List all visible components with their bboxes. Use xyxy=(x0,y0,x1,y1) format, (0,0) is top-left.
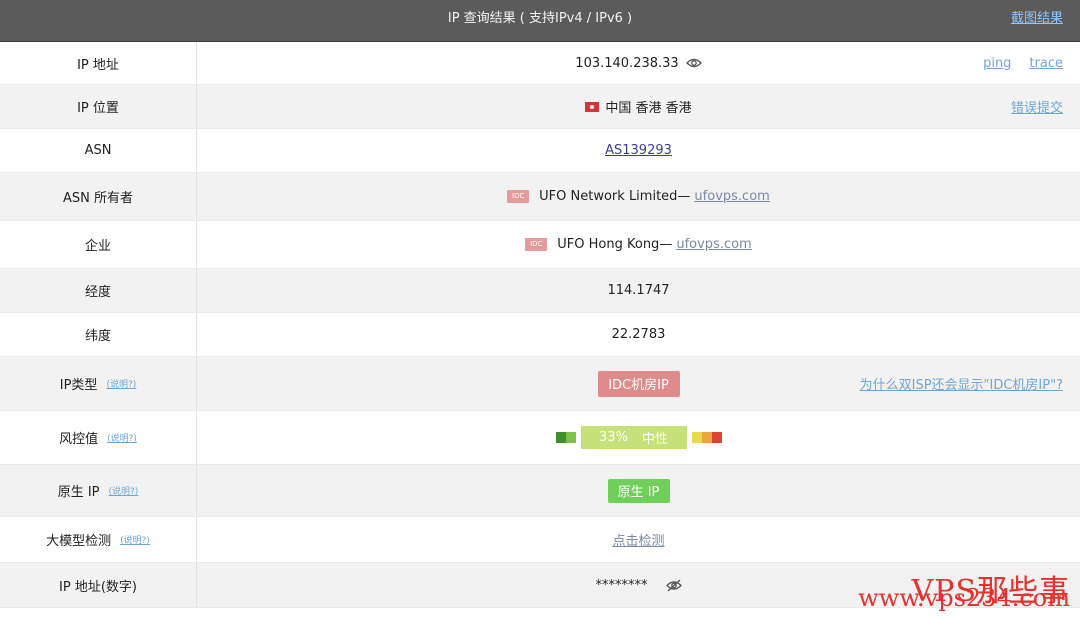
ip-type-tools: 为什么双ISP还会显示"IDC机房IP"? xyxy=(860,357,1063,410)
company-domain-link[interactable]: ufovps.com xyxy=(676,237,751,252)
row-value: 中国 香港 香港 xyxy=(197,85,1080,128)
native-ip-label: 原生 IP xyxy=(57,485,100,500)
risk-percent: 33% xyxy=(599,430,628,445)
eye-icon[interactable] xyxy=(685,57,702,69)
row-label: 企业 xyxy=(0,221,197,268)
row-company: 企业 IDC UFO Hong Kong— ufovps.com xyxy=(0,221,1080,269)
row-llm-check: 大模型检测 (说明?) 点击检测 xyxy=(0,517,1080,563)
row-label: 原生 IP (说明?) xyxy=(0,465,197,516)
row-label: 纬度 xyxy=(0,313,197,356)
row-ip-address: IP 地址 103.140.238.33 ping trace xyxy=(0,42,1080,85)
row-value: IDC UFO Network Limited— ufovps.com xyxy=(197,173,1080,220)
help-link[interactable]: (说明?) xyxy=(107,431,137,444)
ip-type-label: IP类型 xyxy=(59,378,98,393)
native-ip-badge: 原生 IP xyxy=(607,478,670,503)
screenshot-link[interactable]: 截图结果 xyxy=(1011,7,1063,26)
row-label: ASN 所有者 xyxy=(0,173,197,220)
row-value: 原生 IP xyxy=(197,465,1080,516)
row-label: IP类型 (说明?) xyxy=(0,357,197,410)
row-label: 经度 xyxy=(0,269,197,312)
result-title: IP 查询结果 ( 支持IPv4 / IPv6 ) xyxy=(447,11,633,26)
asn-link[interactable]: AS139293 xyxy=(605,143,672,158)
row-value: ******** xyxy=(197,563,1080,607)
row-ip-type: IP类型 (说明?) IDC机房IP 为什么双ISP还会显示"IDC机房IP"? xyxy=(0,357,1080,411)
ip-numeric-value: ******** xyxy=(595,577,648,593)
risk-meter: 33% 中性 xyxy=(555,426,722,449)
row-value: 33% 中性 xyxy=(197,411,1080,464)
row-value: AS139293 xyxy=(197,129,1080,172)
idc-badge: IDC xyxy=(507,190,530,203)
row-label: 风控值 (说明?) xyxy=(0,411,197,464)
row-asn-owner: ASN 所有者 IDC UFO Network Limited— ufovps.… xyxy=(0,173,1080,221)
why-idc-link[interactable]: 为什么双ISP还会显示"IDC机房IP"? xyxy=(860,374,1063,393)
ip-tools: ping trace xyxy=(983,42,1063,84)
report-error-link[interactable]: 错误提交 xyxy=(1011,97,1063,116)
row-label: IP 地址 xyxy=(0,42,197,84)
help-link[interactable]: (说明?) xyxy=(120,533,150,546)
row-value: 点击检测 xyxy=(197,517,1080,562)
hk-flag-icon xyxy=(585,101,600,112)
risk-label: 风控值 xyxy=(59,432,99,447)
company-name: UFO Hong Kong— xyxy=(557,237,673,252)
row-label: IP 位置 xyxy=(0,85,197,128)
location-tools: 错误提交 xyxy=(1011,85,1063,128)
row-label: ASN xyxy=(0,129,197,172)
risk-level: 中性 xyxy=(641,432,668,447)
risk-segment xyxy=(711,432,722,443)
ip-type-badge: IDC机房IP xyxy=(597,370,680,397)
longitude-value: 114.1747 xyxy=(607,283,670,298)
risk-segment xyxy=(565,432,576,443)
help-link[interactable]: (说明?) xyxy=(106,377,136,390)
risk-segment xyxy=(701,432,712,443)
click-to-check-link[interactable]: 点击检测 xyxy=(612,530,664,549)
eye-off-icon[interactable] xyxy=(665,579,682,592)
ping-link[interactable]: ping xyxy=(983,56,1011,71)
row-value: IDC UFO Hong Kong— ufovps.com xyxy=(197,221,1080,268)
help-link[interactable]: (说明?) xyxy=(109,484,139,497)
asn-owner-name: UFO Network Limited— xyxy=(539,189,691,204)
trace-link[interactable]: trace xyxy=(1029,56,1063,71)
row-label: 大模型检测 (说明?) xyxy=(0,517,197,562)
ip-address-value: 103.140.238.33 xyxy=(575,55,679,71)
latitude-value: 22.2783 xyxy=(611,327,666,342)
result-header: IP 查询结果 ( 支持IPv4 / IPv6 ) 截图结果 xyxy=(0,0,1080,42)
risk-segment xyxy=(555,432,566,443)
llm-check-label: 大模型检测 xyxy=(46,534,112,549)
risk-segment xyxy=(691,432,702,443)
asn-owner-domain-link[interactable]: ufovps.com xyxy=(694,189,769,204)
idc-badge: IDC xyxy=(525,238,548,251)
row-ip-location: IP 位置 中国 香港 香港 错误提交 xyxy=(0,85,1080,129)
row-longitude: 经度 114.1747 xyxy=(0,269,1080,313)
risk-badge: 33% 中性 xyxy=(580,426,687,449)
row-label: IP 地址(数字) xyxy=(0,563,197,607)
row-risk-score: 风控值 (说明?) 33% 中性 xyxy=(0,411,1080,465)
location-value: 中国 香港 香港 xyxy=(605,101,692,116)
row-value: 103.140.238.33 xyxy=(197,42,1080,84)
row-latitude: 纬度 22.2783 xyxy=(0,313,1080,357)
row-ip-numeric: IP 地址(数字) ******** xyxy=(0,563,1080,608)
row-native-ip: 原生 IP (说明?) 原生 IP xyxy=(0,465,1080,517)
row-asn: ASN AS139293 xyxy=(0,129,1080,173)
